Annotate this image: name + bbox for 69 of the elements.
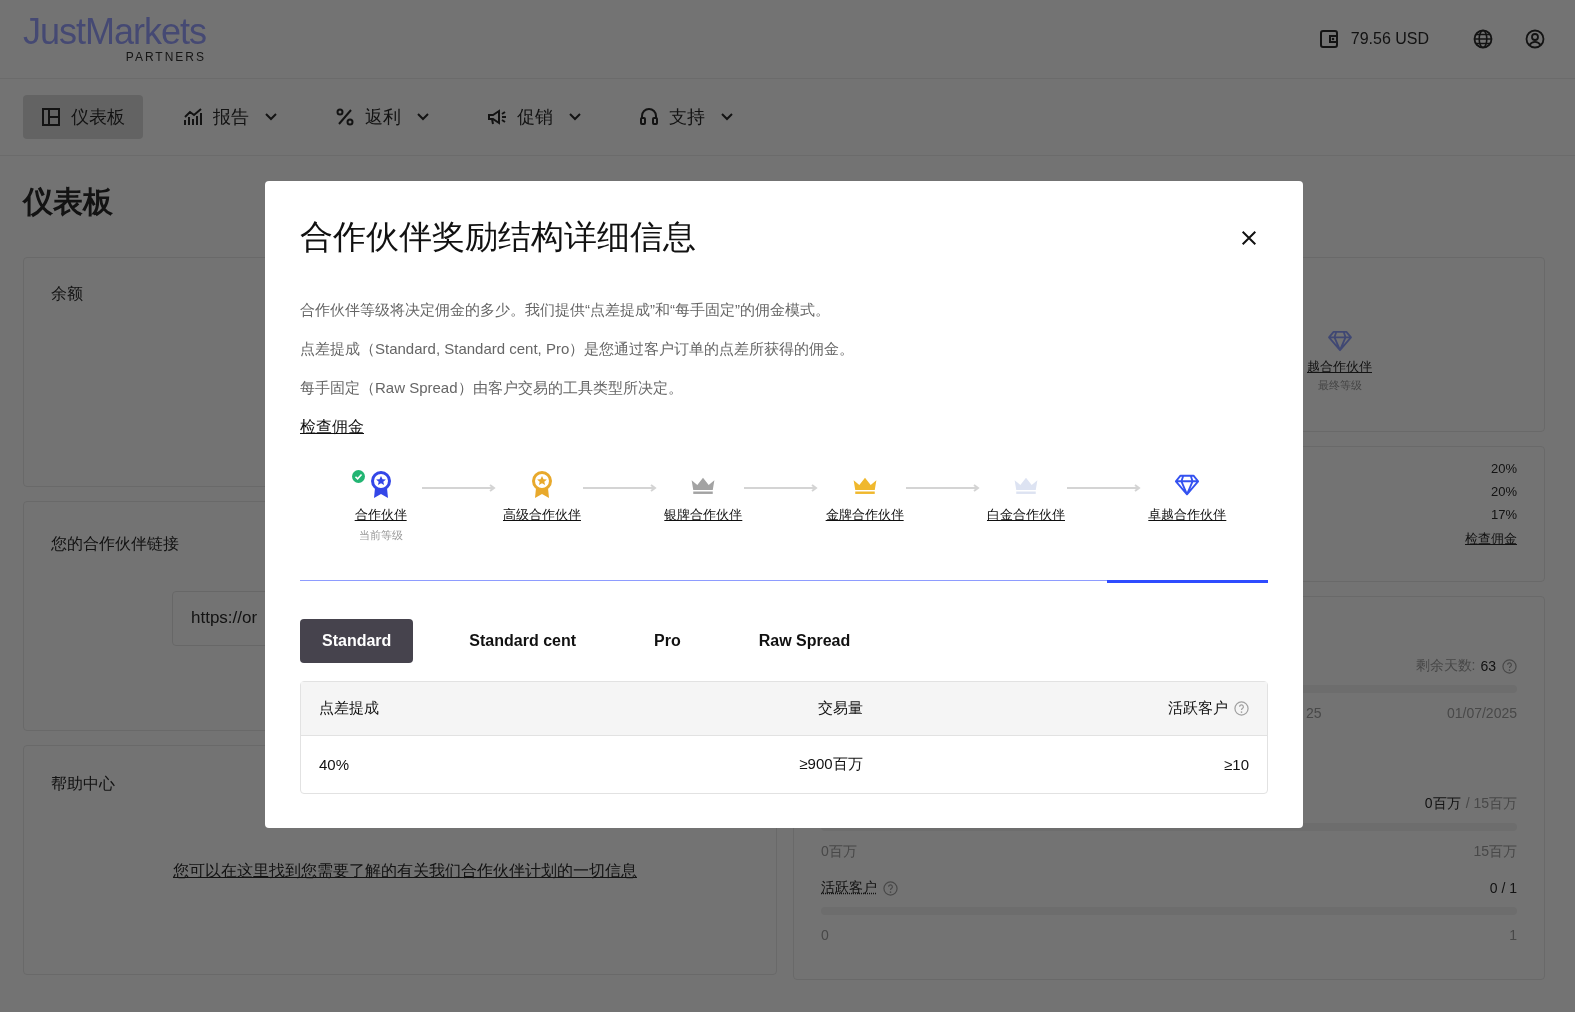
- account-tab[interactable]: Standard: [300, 619, 414, 663]
- nav-item[interactable]: 促销: [469, 95, 599, 139]
- modal-title: 合作伙伴奖励结构详细信息: [300, 217, 696, 257]
- table-cell: ≥10: [1224, 756, 1249, 773]
- help-icon[interactable]: [1234, 701, 1249, 716]
- diamond-icon: [1326, 330, 1353, 352]
- user-icon[interactable]: [1525, 29, 1545, 49]
- nav-item[interactable]: 返利: [317, 95, 447, 139]
- account-tab[interactable]: Standard cent: [447, 619, 599, 663]
- tier-note: 当前等级: [358, 528, 403, 543]
- page-title: 仪表板: [23, 184, 114, 220]
- description-text: 每手固定（Raw Spread）由客户交易的工具类型所决定。: [300, 378, 684, 398]
- column-header: 活跃客户: [1168, 699, 1228, 718]
- tier-link[interactable]: 卓越合作伙伴: [1148, 506, 1227, 524]
- description-text: 合作伙伴等级将决定佣金的多少。我们提供“点差提成”和“每手固定”的佣金模式。: [300, 300, 831, 320]
- arrow-icon: [583, 484, 659, 492]
- rate-value: 20%: [1490, 484, 1517, 499]
- percent-icon: [335, 107, 355, 127]
- check-commission-link[interactable]: 检查佣金: [1465, 530, 1517, 548]
- megaphone-icon: [487, 107, 507, 127]
- tier-link[interactable]: 白金合作伙伴: [987, 506, 1065, 524]
- arrow-icon: [905, 484, 982, 492]
- table-cell: 40%: [319, 756, 350, 773]
- column-header: 交易量: [817, 699, 863, 718]
- close-icon[interactable]: [1240, 228, 1258, 247]
- check-commission-link[interactable]: 检查佣金: [300, 417, 364, 438]
- chart-icon: [183, 107, 203, 127]
- chevron-down-icon: [721, 113, 733, 121]
- wallet-icon: [1318, 29, 1339, 49]
- tier-link[interactable]: 金牌合作伙伴: [825, 506, 904, 524]
- tier-link[interactable]: 合作伙伴: [354, 506, 407, 524]
- rate-value: 17%: [1490, 507, 1517, 522]
- table-cell: ≥900百万: [799, 755, 863, 774]
- balance-amount[interactable]: 79.56 USD: [1350, 30, 1429, 48]
- tier-indicator[interactable]: [300, 580, 462, 581]
- account-tab[interactable]: Raw Spread: [736, 619, 873, 663]
- arrow-icon: [1067, 484, 1143, 492]
- logo-subtitle: PARTNERS: [125, 50, 207, 64]
- chevron-down-icon: [569, 113, 581, 121]
- globe-icon[interactable]: [1473, 29, 1493, 49]
- tier-link[interactable]: 越合作伙伴: [1307, 358, 1372, 376]
- card-title: 帮助中心: [51, 774, 115, 794]
- tier-indicator[interactable]: [1106, 580, 1268, 583]
- chevron-down-icon: [265, 113, 277, 121]
- nav-item[interactable]: 支持: [621, 95, 751, 139]
- chevron-down-icon: [417, 113, 429, 121]
- headset-icon: [639, 107, 659, 127]
- dashboard-icon: [41, 107, 61, 127]
- days-left-value: 63: [1480, 658, 1496, 674]
- description-text: 点差提成（Standard, Standard cent, Pro）是您通过客户订单的点差所获得的佣金。: [300, 339, 856, 359]
- tier-indicator[interactable]: [945, 580, 1107, 581]
- arrow-icon: [421, 484, 498, 492]
- column-header: 点差提成: [319, 699, 379, 718]
- help-icon[interactable]: [1502, 658, 1517, 674]
- active-clients-value: 0 / 1: [1489, 880, 1517, 896]
- tier-link[interactable]: 高级合作伙伴: [503, 506, 581, 524]
- tier-indicator[interactable]: [622, 580, 784, 581]
- tier-indicator[interactable]: [461, 580, 623, 581]
- help-link[interactable]: 您可以在这里找到您需要了解的有关我们合作伙伴计划的一切信息: [173, 861, 749, 882]
- card-title: 您的合作伙伴链接: [51, 534, 179, 554]
- rate-value: 20%: [1490, 461, 1517, 476]
- volume-value: 0百万: [1424, 795, 1461, 813]
- help-icon[interactable]: [883, 880, 898, 896]
- nav-item[interactable]: 报告: [165, 95, 295, 139]
- card-title: 余额: [51, 284, 83, 304]
- tier-indicator[interactable]: [784, 580, 946, 581]
- active-clients-label: 活跃客户: [821, 879, 877, 897]
- account-tab[interactable]: Pro: [632, 619, 703, 663]
- tier-link[interactable]: 银牌合作伙伴: [664, 506, 743, 524]
